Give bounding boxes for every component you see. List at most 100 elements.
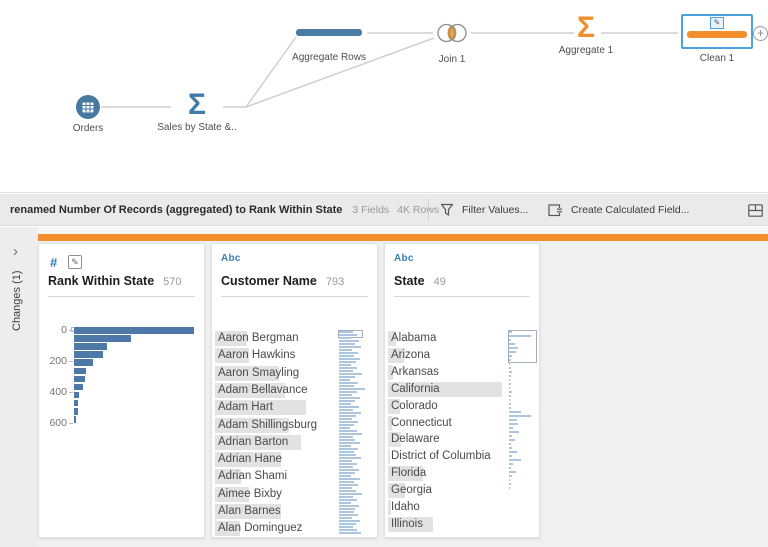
field-row-counts: 3 Fields 4K Rows: [352, 204, 447, 216]
flow-node-aggregate-sales[interactable]: Σ Sales by State &..: [147, 90, 247, 134]
strip-bar: [339, 334, 357, 336]
strip-bar: [509, 415, 531, 417]
strip-bar: [339, 373, 362, 375]
strip-bar: [339, 397, 360, 399]
strip-bar: [339, 415, 356, 417]
strip-bar: [339, 520, 360, 522]
histogram-bar[interactable]: [74, 351, 103, 358]
strip-bar: [509, 355, 512, 357]
strip-bar: [339, 421, 358, 423]
value-text: Adam Bellavance: [218, 383, 308, 396]
strip-bar: [509, 475, 512, 477]
strip-bar: [339, 523, 356, 525]
strip-bar: [339, 481, 354, 483]
histogram-bar[interactable]: [74, 416, 76, 423]
strip-bar: [509, 399, 510, 401]
strip-bar: [509, 479, 510, 481]
histogram-bar[interactable]: [74, 408, 78, 415]
strip-bar: [509, 367, 511, 369]
strip-bar: [509, 487, 510, 489]
strip-bar: [339, 463, 357, 465]
histogram-bar[interactable]: [74, 375, 85, 383]
header-divider: [48, 296, 195, 297]
clean-step-bar-icon: [687, 31, 747, 38]
strip-bar: [509, 387, 510, 389]
strip-bar: [509, 455, 512, 457]
strip-bar: [339, 382, 358, 384]
strip-bar: [339, 502, 351, 504]
strip-bar: [339, 457, 361, 459]
field-card-customer-name[interactable]: Abc Customer Name 793 Aaron Bergman Aaron …: [211, 243, 378, 538]
strip-bar: [339, 454, 356, 456]
sigma-icon: Σ: [576, 11, 595, 44]
histogram-bar[interactable]: [74, 399, 78, 407]
value-overview-strip: [338, 330, 365, 534]
histogram-bar[interactable]: [74, 335, 131, 342]
strip-bar: [339, 517, 352, 519]
string-type-icon[interactable]: Abc: [394, 253, 414, 264]
rank-histogram: 0 200 400 600: [39, 300, 204, 537]
expand-changes-chevron-icon[interactable]: ›: [13, 243, 18, 260]
histogram-bar[interactable]: [74, 383, 83, 391]
string-type-icon[interactable]: Abc: [221, 253, 241, 264]
value-text: Idaho: [391, 501, 420, 513]
value-frequency-bar: [388, 449, 390, 465]
value-text: Aaron Smayling: [218, 366, 300, 379]
tableau-prep-window: Orders Σ Sales by State &.. Aggregate Ro…: [0, 0, 768, 547]
strip-bar: [339, 472, 355, 474]
strip-bar: [339, 430, 357, 432]
axis-tick-label: 400: [49, 386, 67, 398]
strip-bar: [339, 496, 353, 498]
changes-panel-label[interactable]: Changes (1): [11, 270, 23, 331]
node-label: Orders: [72, 123, 104, 134]
strip-bar: [339, 475, 351, 477]
field-card-state[interactable]: Abc State 49 Alabama Arizona Arkansas Califo…: [384, 243, 540, 538]
strip-bar: [339, 436, 353, 438]
strip-bar: [509, 391, 512, 393]
strip-bar: [509, 351, 516, 353]
flow-node-input[interactable]: Orders: [53, 95, 123, 134]
strip-bar: [339, 409, 353, 411]
strip-bar: [339, 337, 351, 339]
create-calculated-field-button[interactable]: Create Calculated Field...: [548, 194, 689, 226]
value-text: Georgia: [391, 484, 432, 497]
strip-bar: [339, 343, 355, 345]
strip-bar: [339, 361, 356, 363]
filter-values-button[interactable]: Filter Values...: [440, 194, 528, 226]
histogram-bar[interactable]: [74, 343, 107, 350]
view-toggle-button[interactable]: [748, 194, 763, 226]
strip-bar: [339, 490, 356, 492]
strip-bar: [339, 439, 355, 441]
strip-bar: [509, 343, 515, 345]
strip-bar: [509, 371, 512, 373]
add-step-button[interactable]: +: [753, 26, 768, 41]
edit-field-icon[interactable]: ✎: [68, 255, 82, 269]
field-title: State 49: [394, 274, 446, 288]
histogram-bar[interactable]: [74, 391, 79, 399]
edit-annotation-icon[interactable]: ✎: [710, 17, 724, 29]
strip-bar: [339, 349, 352, 351]
histogram-bar[interactable]: [74, 359, 93, 366]
strip-bar: [339, 460, 352, 462]
histogram-bar[interactable]: [74, 327, 194, 334]
calculated-field-icon: [548, 203, 563, 216]
strip-bar: [339, 364, 351, 366]
strip-bar: [339, 526, 353, 528]
flow-node-aggregate-rows[interactable]: Aggregate Rows: [286, 29, 372, 63]
changes-panel-collapsed: › Changes (1): [0, 227, 38, 547]
strip-bar: [339, 508, 355, 510]
strip-bar: [509, 359, 511, 361]
profile-toolbar: renamed Number Of Records (aggregated) t…: [0, 194, 768, 226]
histogram-bar[interactable]: [74, 367, 86, 374]
value-text: Delaware: [391, 433, 440, 446]
flow-node-clean-selected[interactable]: ✎ Clean 1: [678, 14, 756, 64]
flow-node-aggregate-1[interactable]: Σ Aggregate 1: [546, 11, 626, 57]
strip-bar: [339, 469, 359, 471]
strip-bar: [339, 394, 352, 396]
strip-bar: [339, 445, 351, 447]
value-text: Illinois: [391, 517, 423, 530]
field-card-rank-within-state[interactable]: # ✎ Rank Within State 570 0 200 400 600: [38, 243, 205, 538]
strip-bar: [339, 451, 354, 453]
number-type-icon[interactable]: #: [50, 255, 58, 270]
flow-node-join[interactable]: Join 1: [417, 20, 487, 65]
